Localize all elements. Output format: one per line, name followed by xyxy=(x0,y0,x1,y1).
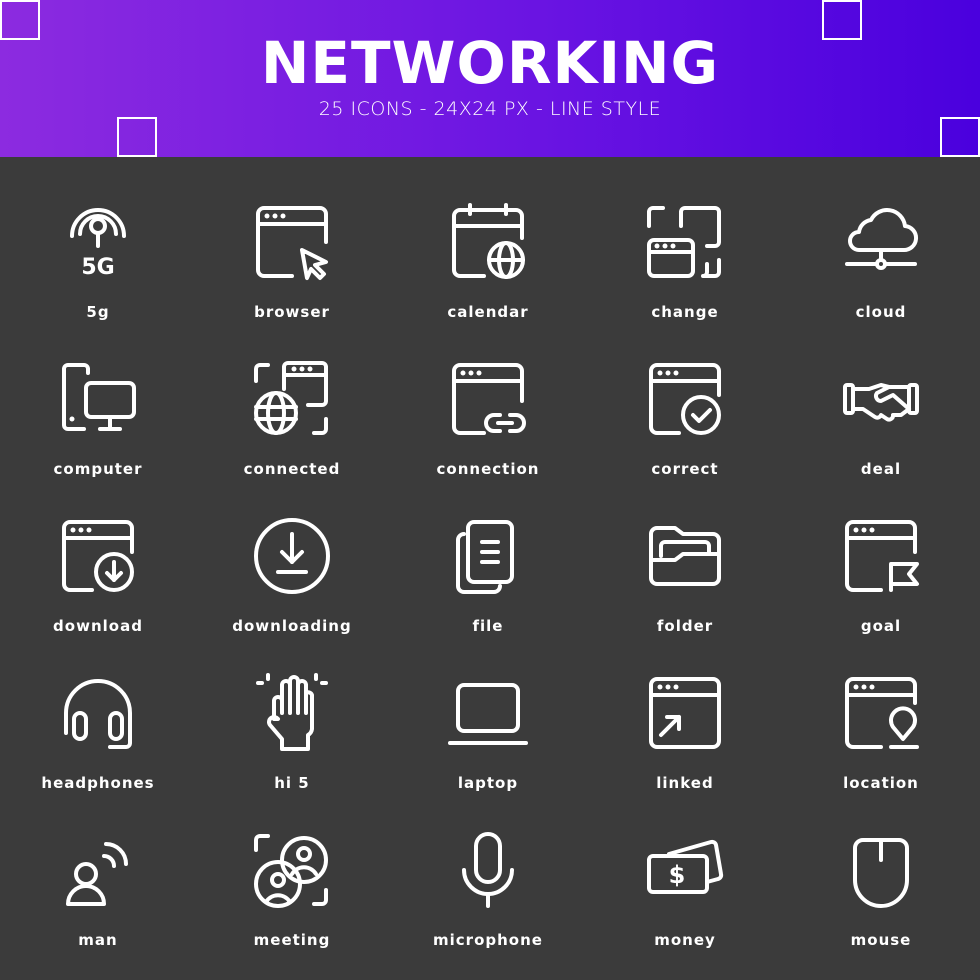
icon-tile-connection[interactable]: connection xyxy=(390,314,586,478)
calendar-globe-icon xyxy=(452,203,525,279)
icon-label: microphone xyxy=(433,931,543,949)
header-banner: NETWORKING 25 ICONS - 24X24 PX - LINE ST… xyxy=(0,0,980,157)
money-dollar-icon: $ xyxy=(647,839,724,894)
meeting-users-icon xyxy=(254,834,328,908)
connected-globe-icon xyxy=(254,361,328,435)
icon-tile-cloud[interactable]: cloud xyxy=(783,157,979,321)
icon-tile-deal[interactable]: deal xyxy=(783,314,979,478)
high-five-hand-icon xyxy=(256,673,328,751)
icon-tile-money[interactable]: $ money xyxy=(587,785,783,949)
icon-tile-goal[interactable]: goal xyxy=(783,471,979,635)
folder-open-icon xyxy=(649,526,721,586)
icon-tile-calendar[interactable]: calendar xyxy=(390,157,586,321)
handshake-icon xyxy=(843,383,919,422)
icon-label: meeting xyxy=(253,931,331,949)
icon-label: mouse xyxy=(850,931,912,949)
mouse-icon xyxy=(853,838,909,908)
svg-text:$: $ xyxy=(669,861,686,889)
icon-tile-mouse[interactable]: mouse xyxy=(783,785,979,949)
svg-text:5G: 5G xyxy=(81,255,114,280)
goal-flag-icon xyxy=(845,520,919,592)
change-window-icon xyxy=(647,206,721,278)
download-window-icon xyxy=(62,520,134,592)
icon-tile-download[interactable]: download xyxy=(0,471,196,635)
man-signal-icon xyxy=(66,842,128,906)
icon-tile-meeting[interactable]: meeting xyxy=(194,785,390,949)
icon-label: man xyxy=(78,931,118,949)
icon-tile-correct[interactable]: correct xyxy=(587,314,783,478)
decor-square xyxy=(940,117,980,157)
location-pin-icon xyxy=(845,677,919,749)
icon-tile-change[interactable]: change xyxy=(587,157,783,321)
icon-grid: 5G 5g browser calendar change cloud comp… xyxy=(0,157,980,980)
cloud-network-icon xyxy=(845,208,918,270)
icon-tile-5g[interactable]: 5G 5g xyxy=(0,157,196,321)
icon-tile-browser[interactable]: browser xyxy=(194,157,390,321)
connection-link-icon xyxy=(452,363,526,435)
icon-tile-downloading[interactable]: downloading xyxy=(194,471,390,635)
5g-signal-icon: 5G xyxy=(70,208,126,280)
icon-tile-connected[interactable]: connected xyxy=(194,314,390,478)
linked-arrow-icon xyxy=(649,677,721,749)
icon-tile-file[interactable]: file xyxy=(390,471,586,635)
icon-tile-folder[interactable]: folder xyxy=(587,471,783,635)
correct-check-icon xyxy=(649,363,721,435)
page-title: NETWORKING xyxy=(260,29,720,97)
icon-label: money xyxy=(654,931,716,949)
file-copy-icon xyxy=(456,520,514,594)
computer-devices-icon xyxy=(62,363,136,431)
icon-tile-location[interactable]: location xyxy=(783,628,979,792)
icon-tile-laptop[interactable]: laptop xyxy=(390,628,586,792)
icon-tile-linked[interactable]: linked xyxy=(587,628,783,792)
icon-tile-hi5[interactable]: hi 5 xyxy=(194,628,390,792)
browser-cursor-icon xyxy=(256,206,328,280)
icon-tile-computer[interactable]: computer xyxy=(0,314,196,478)
icon-tile-man[interactable]: man xyxy=(0,785,196,949)
laptop-icon xyxy=(448,683,528,745)
downloading-circle-icon xyxy=(254,518,330,594)
decor-square xyxy=(117,117,157,157)
microphone-icon xyxy=(462,832,514,908)
page-subtitle: 25 ICONS - 24X24 PX - LINE STYLE xyxy=(318,98,662,120)
icon-tile-headphones[interactable]: headphones xyxy=(0,628,196,792)
icon-tile-microphone[interactable]: microphone xyxy=(390,785,586,949)
headphones-icon xyxy=(64,679,132,749)
